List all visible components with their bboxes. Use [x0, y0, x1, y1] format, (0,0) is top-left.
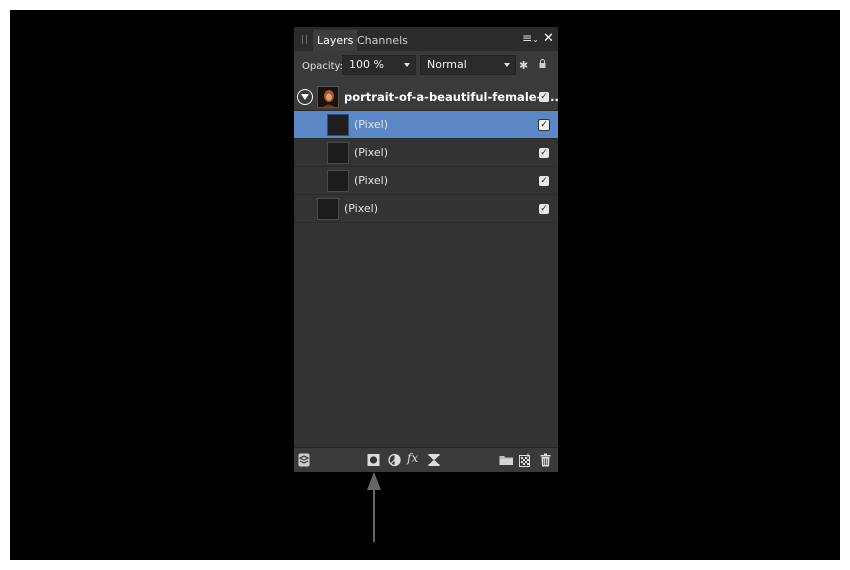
visibility-checkbox[interactable]: ✓ — [539, 176, 549, 186]
layers-bottom-toolbar: fx — [294, 447, 558, 472]
visibility-checkbox[interactable]: ✓ — [539, 204, 549, 214]
new-pixel-layer-icon[interactable] — [519, 453, 531, 467]
chevron-down-icon — [504, 63, 510, 67]
layer-row-group[interactable]: portrait-of-a-beautiful-female-f... ✓ — [294, 83, 559, 111]
layer-thumbnail — [327, 114, 349, 136]
opacity-value: 100 % — [349, 58, 384, 71]
layer-row[interactable]: (Pixel) ✓ — [294, 111, 558, 139]
panel-tab-bar: Layers Channels ≡⌄ ✕ — [294, 27, 558, 51]
blend-mode-dropdown[interactable]: Normal — [420, 55, 516, 75]
tab-channels[interactable]: Channels — [353, 30, 412, 51]
layer-thumbnail — [317, 198, 339, 220]
tab-layers[interactable]: Layers — [313, 30, 358, 51]
opacity-label: Opacity: — [302, 61, 344, 72]
layer-name: (Pixel) — [354, 174, 389, 187]
expand-toggle-icon[interactable] — [297, 89, 313, 105]
layer-name: (Pixel) — [344, 202, 379, 215]
layer-row[interactable]: (Pixel) ✓ — [294, 167, 558, 195]
layer-name: (Pixel) — [354, 118, 389, 131]
group-layer-name: portrait-of-a-beautiful-female-f... — [344, 90, 559, 104]
lock-icon[interactable] — [539, 59, 546, 68]
adjustment-layer-icon[interactable] — [388, 453, 401, 467]
folder-icon[interactable] — [499, 453, 514, 467]
close-icon[interactable]: ✕ — [543, 31, 554, 46]
layer-row[interactable]: (Pixel) ✓ — [294, 139, 558, 167]
live-filter-icon[interactable] — [428, 453, 440, 467]
layer-thumbnail — [327, 142, 349, 164]
drag-grip-icon[interactable] — [302, 35, 307, 44]
layer-stack-icon[interactable] — [298, 453, 310, 467]
chevron-down-icon — [404, 63, 410, 67]
layers-panel: Layers Channels ≡⌄ ✕ Opacity: 100 % Norm… — [294, 27, 559, 472]
fx-icon[interactable]: fx — [407, 451, 418, 465]
pointer-arrow-icon — [367, 472, 381, 490]
blend-mode-value: Normal — [427, 58, 467, 71]
opacity-dropdown[interactable]: 100 % — [342, 55, 416, 75]
layer-row[interactable]: (Pixel) ✓ — [294, 195, 558, 223]
visibility-checkbox[interactable]: ✓ — [538, 119, 550, 131]
panel-menu-icon[interactable]: ≡⌄ — [522, 31, 539, 45]
portrait-thumbnail — [317, 86, 339, 108]
trash-icon[interactable] — [540, 453, 551, 467]
visibility-checkbox[interactable]: ✓ — [539, 148, 549, 158]
layer-name: (Pixel) — [354, 146, 389, 159]
visibility-checkbox[interactable]: ✓ — [539, 92, 549, 102]
mask-layer-icon[interactable] — [367, 453, 380, 467]
layer-thumbnail — [327, 170, 349, 192]
layer-controls-bar: Opacity: 100 % Normal ✱ — [294, 51, 558, 84]
gear-icon[interactable]: ✱ — [519, 59, 528, 72]
